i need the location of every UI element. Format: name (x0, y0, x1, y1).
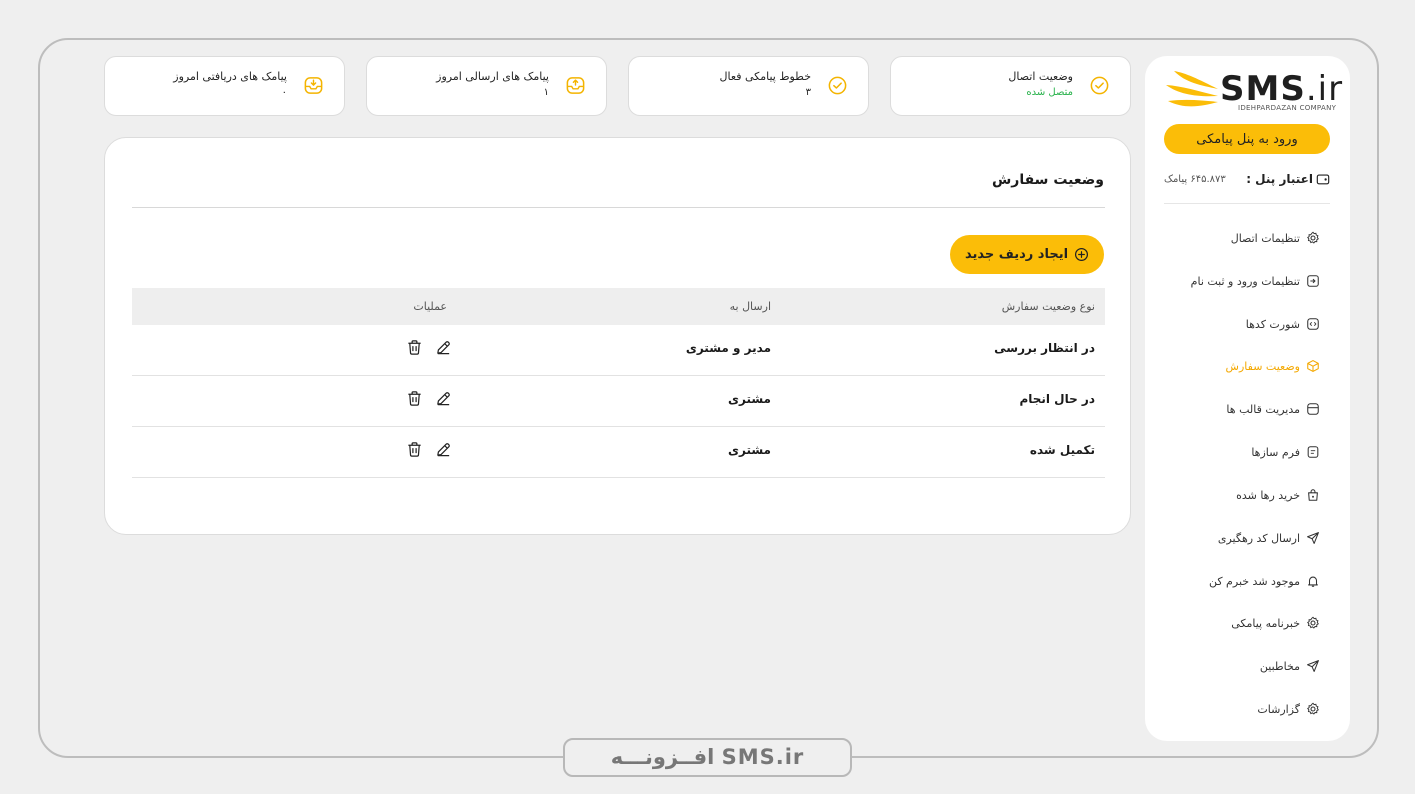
inbox-upload-icon (566, 77, 585, 94)
table-row: در انتظار بررسی مدیر و مشتری (132, 325, 1105, 376)
cell-status-type: در حال انجام (1019, 392, 1095, 406)
plus-circle-icon (1075, 247, 1089, 262)
sidebar-item-order-status[interactable]: وضعیت سفارش (1226, 354, 1320, 378)
sidebar-item-connection-settings[interactable]: تنظیمات اتصال (1231, 226, 1320, 250)
stat-value: ۳ (805, 87, 811, 98)
sidebar-item-label: خبرنامه پیامکی (1231, 616, 1300, 630)
brand-name-suffix: .ir (1305, 69, 1344, 109)
title-divider (132, 207, 1105, 208)
sidebar-item-label: تنظیمات ورود و ثبت نام (1190, 274, 1300, 288)
stat-card-connection: وضعیت اتصال متصل شده (890, 56, 1131, 116)
sidebar-item-label: موجود شد خبرم کن (1208, 574, 1300, 588)
send-icon (1307, 660, 1319, 672)
sidebar-item-label: شورت کدها (1245, 317, 1300, 331)
table-row: تکمیل شده مشتری (132, 427, 1105, 478)
stat-value: متصل شده (1026, 87, 1073, 98)
stat-card-received-today: پیامک های دریافتی امروز ۰ (104, 56, 345, 116)
template-icon (1307, 403, 1319, 415)
brand-name-main: SMS (1220, 69, 1306, 109)
table-header: نوع وضعیت سفارش ارسال به عملیات (132, 288, 1105, 325)
row-operations (406, 339, 452, 356)
sidebar-item-label: مدیریت قالب ها (1226, 402, 1300, 416)
sidebar-item-abandoned-cart[interactable]: خرید رها شده (1236, 483, 1320, 507)
wing-logo-icon (1166, 71, 1218, 107)
add-row-button[interactable]: ایجاد ردیف جدید (950, 235, 1104, 274)
stat-title: پیامک های دریافتی امروز (173, 70, 287, 83)
header-send-to: ارسال به (729, 300, 771, 313)
stat-card-sent-today: پیامک های ارسالی امروز ۱ (366, 56, 607, 116)
bell-icon (1308, 576, 1318, 587)
cell-send-to: مشتری (727, 392, 771, 406)
table-row: در حال انجام مشتری (132, 376, 1105, 427)
cell-status-type: در انتظار بررسی (994, 341, 1095, 355)
stat-card-active-lines: خطوط پیامکی فعال ۳ (628, 56, 869, 116)
sidebar-divider (1164, 203, 1330, 204)
stat-value: ۱ (543, 87, 549, 98)
sidebar-item-sms-newsletter[interactable]: خبرنامه پیامکی (1231, 611, 1320, 635)
add-row-label: ایجاد ردیف جدید (964, 247, 1069, 262)
sidebar-item-login-settings[interactable]: تنظیمات ورود و ثبت نام (1191, 269, 1320, 293)
brand-company: IDEHPARDAZAN COMPANY (1238, 104, 1337, 112)
sidebar-item-label: تنظیمات اتصال (1230, 231, 1300, 245)
inbox-download-icon (304, 77, 323, 94)
brand-logo: SMS.ir IDEHPARDAZAN COMPANY (1164, 69, 1342, 115)
login-panel-button[interactable]: ورود به پنل پیامکی (1164, 124, 1330, 154)
trash-icon[interactable] (406, 441, 423, 458)
panel-credit: اعتبار پنل : ۶۴۵.۸۷۳ پیامک (1164, 168, 1330, 190)
credit-value: ۶۴۵.۸۷۳ پیامک (1164, 173, 1226, 185)
box-icon (1307, 360, 1319, 372)
sidebar-item-label: ارسال کد رهگیری (1217, 531, 1300, 545)
stat-title: خطوط پیامکی فعال (719, 70, 811, 83)
header-operations: عملیات (413, 300, 447, 313)
stat-value: ۰ (281, 87, 287, 98)
sidebar-item-shortcodes[interactable]: شورت کدها (1246, 312, 1320, 336)
bag-icon (1308, 489, 1318, 501)
sidebar-item-label: مخاطبین (1259, 659, 1300, 673)
sidebar-item-contacts[interactable]: مخاطبین (1260, 654, 1320, 678)
trash-icon[interactable] (406, 339, 423, 356)
row-operations (406, 390, 452, 407)
stat-title: پیامک های ارسالی امروز (436, 70, 549, 83)
edit-pencil-icon[interactable] (435, 441, 452, 458)
sidebar-item-label: خرید رها شده (1236, 488, 1300, 502)
gear-icon (1307, 616, 1319, 629)
plugin-caption: افــزونـــه SMS.ir (563, 738, 852, 777)
gear-icon (1307, 702, 1319, 715)
trash-icon[interactable] (406, 390, 423, 407)
edit-pencil-icon[interactable] (435, 339, 452, 356)
sidebar-item-templates[interactable]: مدیریت قالب ها (1226, 397, 1320, 421)
sidebar-item-label: گزارشات (1257, 702, 1300, 716)
row-operations (406, 441, 452, 458)
edit-pencil-icon[interactable] (435, 390, 452, 407)
send-icon (1307, 532, 1319, 544)
sidebar-item-form-builders[interactable]: فرم سازها (1251, 440, 1320, 464)
order-status-panel: وضعیت سفارش ایجاد ردیف جدید نوع وضعیت سف… (104, 137, 1131, 535)
check-circle-icon (1090, 76, 1109, 95)
brand-name: SMS.ir (1220, 69, 1343, 109)
sidebar-item-tracking-code[interactable]: ارسال کد رهگیری (1218, 526, 1320, 550)
credit-label: اعتبار پنل : (1246, 172, 1313, 186)
login-icon (1307, 275, 1319, 287)
sidebar-item-label: فرم سازها (1251, 445, 1300, 459)
cell-send-to: مشتری (727, 443, 771, 457)
stat-title: وضعیت اتصال (1008, 70, 1073, 83)
cell-status-type: تکمیل شده (1029, 443, 1095, 457)
page-title: وضعیت سفارش (991, 172, 1104, 188)
order-status-table: نوع وضعیت سفارش ارسال به عملیات در انتظا… (132, 288, 1105, 478)
wallet-icon (1316, 174, 1330, 185)
code-icon (1307, 318, 1319, 330)
header-status-type: نوع وضعیت سفارش (1001, 300, 1095, 313)
sidebar: SMS.ir IDEHPARDAZAN COMPANY ورود به پنل … (1145, 56, 1350, 741)
form-icon (1307, 446, 1319, 458)
gear-icon (1307, 231, 1319, 244)
cell-send-to: مدیر و مشتری (685, 341, 771, 355)
sidebar-item-label: وضعیت سفارش (1225, 359, 1300, 373)
sidebar-item-reports[interactable]: گزارشات (1257, 697, 1320, 721)
sidebar-item-stock-notify[interactable]: موجود شد خبرم کن (1209, 569, 1320, 593)
check-circle-icon (828, 76, 847, 95)
